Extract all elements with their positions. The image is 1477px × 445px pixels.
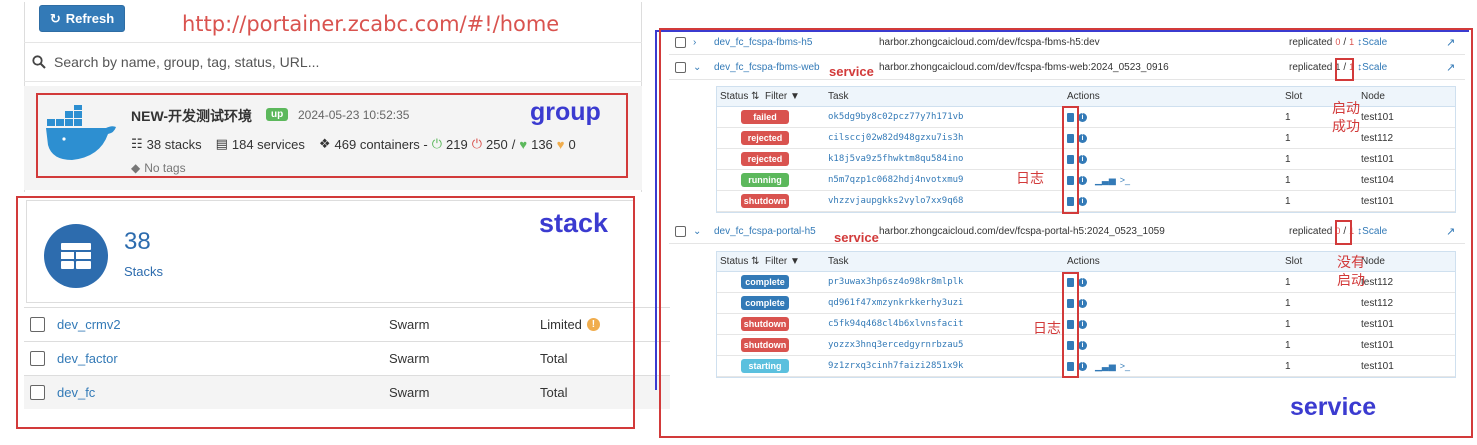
refresh-button[interactable]: ↻ Refresh [39, 5, 125, 32]
stack-highlight [16, 196, 635, 429]
services-highlight [659, 28, 1473, 438]
services-border-left [655, 30, 657, 390]
search-bar[interactable]: Search by name, group, tag, status, URL.… [24, 42, 642, 82]
refresh-icon: ↻ [49, 10, 61, 26]
group-highlight [36, 93, 628, 178]
search-input[interactable]: Search by name, group, tag, status, URL.… [54, 54, 319, 70]
search-icon [32, 55, 46, 69]
refresh-label: Refresh [65, 11, 115, 26]
url-annotation: http://portainer.zcabc.com/#!/home [182, 12, 560, 36]
